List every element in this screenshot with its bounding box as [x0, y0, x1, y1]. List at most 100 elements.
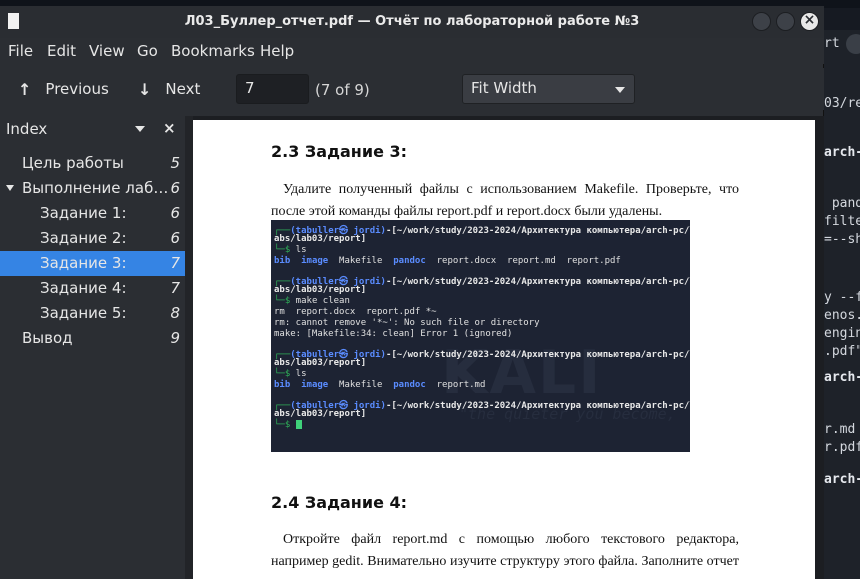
previous-label: Previous — [45, 80, 109, 98]
sidebar-title: Index — [6, 120, 48, 138]
section-heading-task-4: 2.4 Задание 4: — [271, 493, 408, 512]
terminal-text: pandoc — [393, 380, 426, 390]
terminal-text: abs/lab03/report] — [274, 358, 367, 368]
sidebar-item-label: Задание 3: — [40, 254, 127, 272]
terminal-text: make clean — [290, 296, 350, 306]
sidebar-item[interactable]: Задание 1: 6 — [0, 201, 185, 226]
title-bar[interactable]: Л03_Буллер_отчет.pdf — Отчёт по лаборато… — [0, 6, 824, 38]
terminal-line: rm: cannot remove '*~': No such file or … — [274, 318, 540, 328]
minimize-button[interactable] — [752, 12, 771, 31]
background-terminal: rt 03/re arch- pando filte =--sh y --f enos. en… — [824, 30, 860, 579]
sidebar-mode-dropdown-icon[interactable] — [135, 126, 145, 132]
previous-button[interactable]: ↑ Previous — [18, 76, 109, 102]
terminal-text: image — [301, 380, 329, 390]
terminal-text: make: [Makefile:34: clean] Error 1 (igno… — [274, 329, 513, 339]
page-number-input[interactable]: 7 — [236, 74, 309, 104]
sidebar-item[interactable]: Задание 3: 7 — [0, 251, 185, 276]
sidebar-item[interactable]: Вывод 9 — [0, 326, 185, 351]
sidebar-item-page: 7 — [170, 279, 180, 297]
sidebar-item-page: 6 — [170, 229, 180, 247]
terminal-text: pandoc — [393, 256, 426, 266]
menu-bookmarks[interactable]: Bookmarks — [171, 42, 255, 60]
menu-view[interactable]: View — [89, 42, 125, 60]
terminal-screenshot: KALI "the quieter you become, ┌──(tabull… — [271, 220, 690, 452]
terminal-text: └─$ — [274, 296, 291, 306]
terminal-text: rm: cannot remove '*~': No such file or … — [274, 318, 540, 328]
sidebar-index: Index × Цель работы 5 Выполнение лаб… 6 Зада… — [0, 116, 193, 579]
terminal-line: abs/lab03/report] — [274, 234, 366, 244]
background-terminal-line: r.pdf — [824, 440, 860, 455]
terminal-line: └─$ ls — [274, 245, 307, 255]
maximize-button[interactable] — [776, 12, 795, 31]
sidebar-scrollbar[interactable] — [185, 116, 193, 579]
background-terminal-line: 03/re — [824, 96, 860, 111]
background-terminal-line: y --f — [824, 290, 860, 305]
terminal-text: rm report.docx report.pdf *~ — [274, 307, 437, 317]
section-heading-task-3: 2.3 Задание 3: — [271, 142, 408, 161]
sidebar-item-page: 5 — [170, 154, 180, 172]
arrow-up-icon: ↑ — [18, 79, 32, 99]
expander-icon[interactable] — [6, 185, 14, 191]
next-button[interactable]: ↓ Next — [138, 76, 200, 102]
sidebar-item[interactable]: Задание 5: 8 — [0, 301, 185, 326]
sidebar-item[interactable]: Задание 2: 6 — [0, 226, 185, 251]
terminal-text: abs/lab03/report] — [274, 409, 367, 419]
menu-bar: File Edit View Go Bookmarks Help — [0, 38, 824, 64]
background-terminal-line: rt — [824, 36, 840, 51]
background-terminal-line: r.md — [824, 422, 856, 437]
menu-edit[interactable]: Edit — [47, 42, 76, 60]
sidebar-item[interactable]: Выполнение лаб… 6 — [0, 176, 185, 201]
menu-file[interactable]: File — [8, 42, 33, 60]
terminal-text: └─$ — [274, 245, 291, 255]
terminal-text: abs/lab03/report] — [274, 285, 367, 295]
terminal-text: -[~/work/study/2023-2024/Архитектура ком… — [385, 277, 690, 287]
terminal-text: -[~/work/study/2023-2024/Архитектура ком… — [385, 350, 690, 360]
sidebar-item[interactable]: Цель работы 5 — [0, 151, 185, 176]
terminal-text: ls — [290, 369, 307, 379]
paragraph-task-3: Удалите полученный файлы с использование… — [271, 182, 739, 219]
background-terminal-line: arch- — [824, 472, 860, 487]
document-view[interactable]: 2.3 Задание 3: Удалите полученный файлы … — [193, 116, 824, 579]
terminal-text: -[~/work/study/2023-2024/Архитектура ком… — [385, 401, 690, 411]
page-count-label: (7 of 9) — [315, 81, 370, 99]
background-window-button — [846, 34, 860, 54]
toolbar: ↑ Previous ↓ Next 7 (7 of 9) Fit Width — [0, 68, 824, 110]
sidebar-header: Index × — [0, 116, 185, 142]
menu-go[interactable]: Go — [137, 42, 158, 60]
sidebar-item-label: Задание 4: — [40, 279, 127, 297]
terminal-text: └─$ — [274, 369, 291, 379]
paragraph-task-4: Откройте файл report.md с помощью любого… — [271, 532, 739, 579]
sidebar-close-icon[interactable]: × — [163, 119, 176, 137]
background-terminal-line: engin — [824, 326, 860, 341]
terminal-text: report.md — [436, 380, 486, 390]
sidebar-item-page: 6 — [170, 204, 180, 222]
terminal-line: abs/lab03/report] — [274, 285, 366, 295]
terminal-text: └─$ — [274, 420, 291, 430]
terminal-line: make: [Makefile:34: clean] Error 1 (igno… — [274, 329, 512, 339]
pdf-viewer-window: Л03_Буллер_отчет.pdf — Отчёт по лаборато… — [0, 6, 824, 579]
terminal-line: abs/lab03/report] — [274, 409, 366, 419]
sidebar-item-label: Задание 5: — [40, 304, 127, 322]
zoom-select[interactable]: Fit Width — [462, 74, 635, 104]
terminal-text: report.docx report.md report.pdf — [436, 256, 621, 266]
terminal-text: -[~/work/study/2023-2024/Архитектура ком… — [385, 226, 690, 236]
terminal-line: abs/lab03/report] — [274, 358, 366, 368]
terminal-text: abs/lab03/report] — [274, 234, 367, 244]
close-window-button[interactable]: × — [800, 12, 819, 31]
terminal-text: bib — [274, 256, 291, 266]
background-terminal-line: enos. — [824, 308, 860, 323]
terminal-text: Makefile — [339, 380, 383, 390]
sidebar-item-label: Цель работы — [22, 154, 124, 172]
sidebar-item-page: 8 — [170, 304, 180, 322]
sidebar-item[interactable]: Задание 4: 7 — [0, 276, 185, 301]
background-terminal-line: =--sh — [824, 232, 860, 247]
terminal-cursor — [295, 420, 302, 429]
menu-help[interactable]: Help — [260, 42, 294, 60]
terminal-line: └─$ — [274, 420, 302, 430]
close-icon: × — [803, 12, 816, 28]
